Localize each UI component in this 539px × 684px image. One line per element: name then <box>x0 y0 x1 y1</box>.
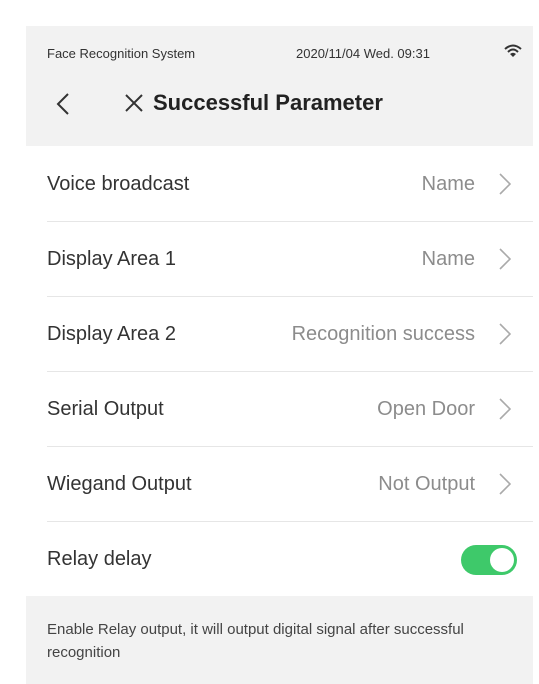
datetime: 2020/11/04 Wed. 09:31 <box>296 46 430 61</box>
relay-delay-toggle[interactable] <box>461 545 517 575</box>
setting-value: Name <box>421 248 475 270</box>
setting-label: Wiegand Output <box>47 473 192 495</box>
setting-serial-output[interactable]: Serial Output Open Door <box>26 371 533 446</box>
chevron-right-icon <box>499 473 511 495</box>
chevron-left-icon[interactable] <box>54 92 72 116</box>
setting-label: Display Area 1 <box>47 248 176 270</box>
chevron-right-icon <box>499 323 511 345</box>
app-name: Face Recognition System <box>47 46 196 61</box>
setting-wiegand-output[interactable]: Wiegand Output Not Output <box>26 446 533 521</box>
status-bar: Face Recognition System 2020/11/04 Wed. … <box>26 26 533 74</box>
page-title: Successful Parameter <box>153 90 383 115</box>
wifi-icon <box>504 44 522 57</box>
setting-display-area-1[interactable]: Display Area 1 Name <box>26 221 533 296</box>
setting-voice-broadcast[interactable]: Voice broadcast Name <box>26 146 533 221</box>
device-screen: Face Recognition System 2020/11/04 Wed. … <box>26 26 533 684</box>
setting-value: Not Output <box>378 473 475 495</box>
setting-value: Name <box>421 173 475 195</box>
setting-display-area-2[interactable]: Display Area 2 Recognition success <box>26 296 533 371</box>
chevron-right-icon <box>499 398 511 420</box>
setting-value: Open Door <box>377 398 475 420</box>
header: Successful Parameter <box>26 74 533 128</box>
close-icon[interactable] <box>124 93 144 113</box>
setting-label: Voice broadcast <box>47 173 190 195</box>
chevron-right-icon <box>499 173 511 195</box>
setting-label: Relay delay <box>47 548 152 570</box>
toggle-knob <box>490 548 514 572</box>
setting-label: Serial Output <box>47 398 164 420</box>
relay-description: Enable Relay output, it will output digi… <box>47 621 464 661</box>
settings-list: Voice broadcast Name Display Area 1 Name… <box>26 146 533 596</box>
setting-relay-delay: Relay delay <box>26 521 533 596</box>
setting-label: Display Area 2 <box>47 323 176 345</box>
chevron-right-icon <box>499 248 511 270</box>
setting-value: Recognition success <box>291 323 475 345</box>
